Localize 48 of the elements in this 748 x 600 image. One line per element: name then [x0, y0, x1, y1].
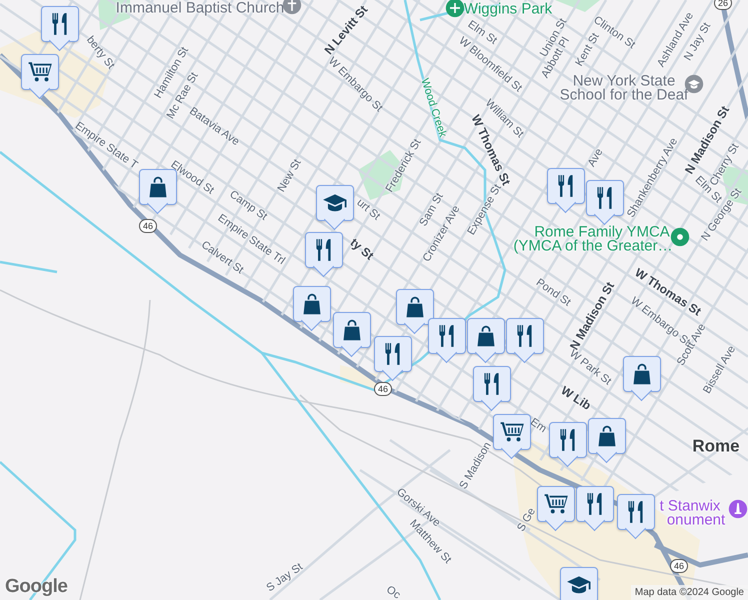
- fork-knife-marker[interactable]: [586, 180, 624, 226]
- graduation-cap-marker[interactable]: [316, 185, 354, 231]
- street-label: W Lib: [559, 384, 593, 412]
- street-label: Oc: [384, 584, 402, 600]
- fork-knife-marker[interactable]: [473, 366, 511, 412]
- map-label: School for the Deaf: [560, 88, 688, 102]
- fork-knife-marker[interactable]: [549, 422, 587, 468]
- shopping-bag-marker[interactable]: [293, 286, 331, 332]
- shopping-bag-marker[interactable]: [623, 356, 661, 402]
- shopping-bag-marker[interactable]: [396, 289, 434, 335]
- shopping-cart-marker[interactable]: [493, 414, 531, 460]
- fork-knife-marker[interactable]: [41, 6, 79, 52]
- plus-poi-icon[interactable]: [445, 0, 465, 18]
- fork-knife-marker[interactable]: [547, 168, 585, 214]
- street-label: S Ge: [516, 506, 538, 534]
- route-shield: 46: [374, 382, 392, 396]
- shopping-cart-marker[interactable]: [537, 486, 575, 532]
- attribution-text: Map data ©2024 Google: [630, 585, 748, 600]
- street-label: Ave: [586, 147, 606, 169]
- street-label: S Jay St: [265, 562, 305, 594]
- shopping-bag-marker[interactable]: [588, 418, 626, 464]
- shopping-bag-marker[interactable]: [333, 312, 371, 358]
- street-label: Em: [528, 416, 548, 436]
- shopping-bag-marker[interactable]: [467, 318, 505, 364]
- graduation-cap-marker[interactable]: [560, 567, 598, 600]
- fork-knife-marker[interactable]: [428, 318, 466, 364]
- street-label: ty St: [348, 236, 376, 262]
- fork-knife-marker[interactable]: [576, 486, 614, 532]
- map-label: Wood Creek: [418, 77, 448, 139]
- map-label: t Stanwix: [660, 498, 720, 514]
- map-label: (YMCA of the Greater…: [513, 238, 673, 254]
- tower-poi-icon[interactable]: [728, 499, 748, 519]
- map-label: New York State: [572, 74, 676, 88]
- fork-knife-marker[interactable]: [506, 318, 544, 364]
- map-label: Rome: [692, 438, 740, 454]
- map-label: Wiggins Park: [464, 2, 552, 16]
- map-label: onument: [666, 512, 726, 528]
- map-label: Rome Family YMCA: [534, 224, 670, 240]
- fork-knife-marker[interactable]: [305, 232, 343, 278]
- shopping-cart-marker[interactable]: [21, 54, 59, 100]
- fork-knife-marker[interactable]: [374, 336, 412, 382]
- route-shield: 26: [714, 0, 732, 10]
- street-label: urt St: [354, 197, 382, 223]
- dot-poi-icon[interactable]: [670, 227, 690, 247]
- cross-poi-icon[interactable]: [282, 0, 302, 15]
- route-shield: 46: [139, 219, 157, 233]
- map-label: Immanuel Baptist Church: [116, 0, 284, 16]
- fork-knife-marker[interactable]: [617, 494, 655, 540]
